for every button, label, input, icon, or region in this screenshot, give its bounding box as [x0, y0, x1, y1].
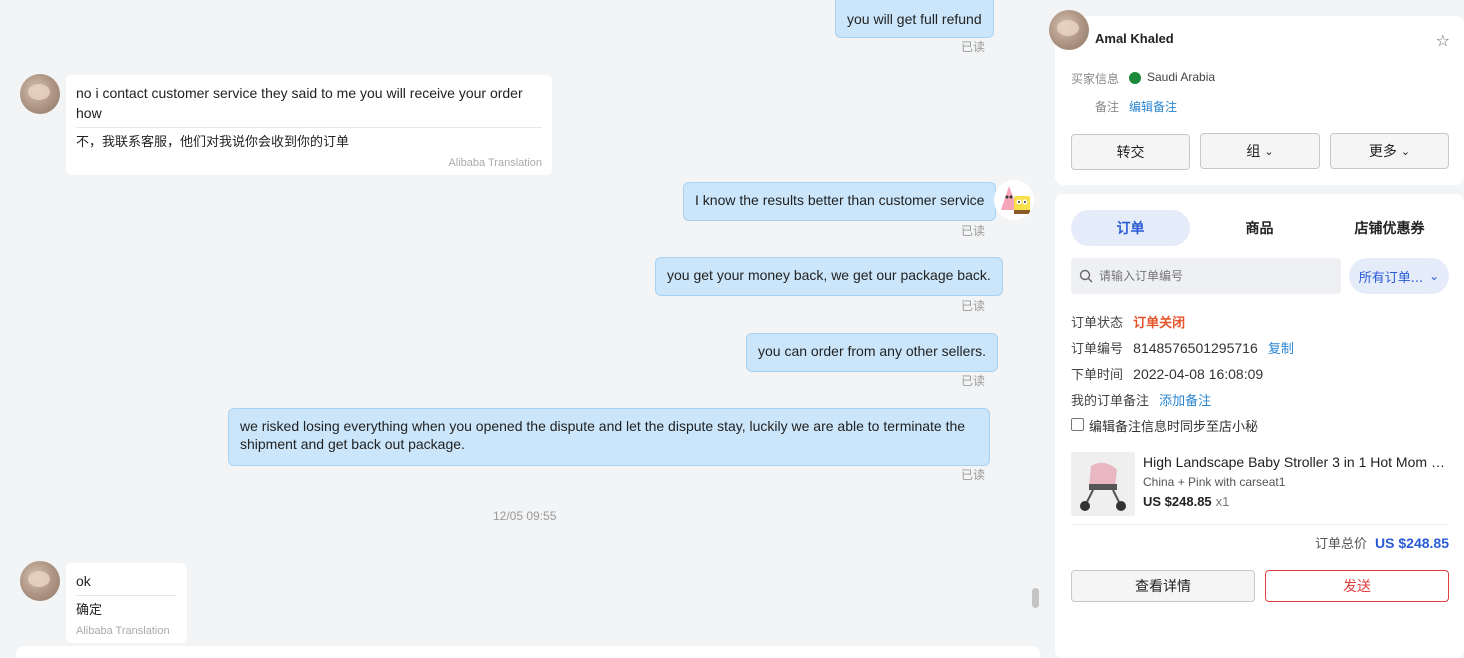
message-incoming: no i contact customer service they said … — [66, 75, 552, 175]
buyer-avatar[interactable] — [20, 74, 60, 114]
buyer-info-panel: Amal Khaled ☆ 买家信息 Saudi Arabia 备注 编辑备注 … — [1049, 10, 1464, 185]
message-outgoing: you can order from any other sellers. — [746, 333, 998, 372]
product-title[interactable]: High Landscape Baby Stroller 3 in 1 Hot … — [1143, 454, 1448, 470]
message-translation: 不，我联系客服，他们对我说你会收到你的订单 — [76, 135, 350, 150]
message-translation: 确定 — [76, 603, 103, 618]
sync-note-label: 编辑备注信息时同步至店小秘 — [1089, 420, 1259, 435]
message-input-area[interactable] — [16, 646, 1040, 658]
translation-tag: Alibaba Translation — [448, 157, 542, 169]
message-text: we risked losing everything when you ope… — [240, 418, 966, 452]
buyer-avatar[interactable] — [20, 561, 60, 601]
product-variant: China + Pink with carseat1 — [1143, 475, 1286, 489]
view-details-label: 查看详情 — [1135, 579, 1191, 595]
order-status-label: 订单状态 — [1071, 316, 1124, 331]
order-status-row: 订单状态 订单关闭 — [1071, 312, 1185, 331]
seller-avatar[interactable] — [994, 180, 1034, 220]
message-outgoing: you will get full refund — [835, 0, 994, 38]
chevron-down-icon: ⌄ — [1400, 144, 1411, 158]
message-outgoing: I know the results better than customer … — [683, 182, 997, 221]
chevron-down-icon: ⌄ — [1429, 269, 1440, 283]
message-text: I know the results better than customer … — [695, 192, 985, 208]
group-button[interactable]: 组 ⌄ — [1200, 133, 1320, 169]
order-search-input[interactable] — [1099, 269, 1329, 283]
order-time-row: 下单时间 2022-04-08 16:08:09 — [1071, 364, 1263, 383]
message-text: you get your money back, we get our pack… — [667, 267, 991, 283]
read-receipt: 已读 — [960, 40, 985, 54]
cartoon-avatar-icon — [994, 180, 1034, 220]
product-price-row: US $248.85 x1 — [1143, 494, 1229, 509]
message-text: ok — [76, 573, 91, 589]
read-receipt: 已读 — [960, 374, 985, 388]
order-number-row: 订单编号 8148576501295716 复制 — [1071, 338, 1294, 357]
more-button[interactable]: 更多 ⌄ — [1330, 133, 1449, 169]
tab-products[interactable]: 商品 — [1200, 210, 1319, 246]
divider — [1071, 524, 1449, 525]
order-note-row: 我的订单备注 添加备注 — [1071, 390, 1211, 409]
product-price: US $248.85 — [1143, 494, 1212, 509]
order-total-label: 订单总价 — [1315, 537, 1368, 552]
order-filter-value: 所有订单... — [1358, 270, 1424, 286]
sync-note-checkbox[interactable] — [1071, 418, 1084, 431]
add-note-link[interactable]: 添加备注 — [1159, 394, 1211, 409]
message-text: you will get full refund — [847, 11, 982, 27]
message-text: you can order from any other sellers. — [758, 343, 986, 359]
order-filter-dropdown[interactable]: 所有订单... ⌄ — [1349, 258, 1449, 294]
edit-note-link[interactable]: 编辑备注 — [1129, 98, 1177, 115]
order-total: 订单总价 US $248.85 — [1315, 533, 1449, 552]
translation-tag: Alibaba Translation — [76, 625, 170, 637]
chat-area: you will get full refund 已读 no i contact… — [0, 0, 1042, 658]
buyer-avatar[interactable] — [1049, 10, 1089, 50]
view-details-button[interactable]: 查看详情 — [1071, 570, 1255, 602]
order-total-value: US $248.85 — [1375, 535, 1449, 551]
buyer-info-label: 买家信息 — [1071, 72, 1120, 86]
divider — [76, 595, 177, 596]
order-number-label: 订单编号 — [1071, 342, 1124, 357]
send-label: 发送 — [1343, 579, 1371, 595]
star-icon[interactable]: ☆ — [1436, 31, 1450, 51]
more-label: 更多 — [1368, 144, 1397, 160]
transfer-button[interactable]: 转交 — [1071, 134, 1190, 170]
read-receipt: 已读 — [960, 224, 985, 238]
read-receipt: 已读 — [960, 299, 985, 313]
message-outgoing: you get your money back, we get our pack… — [655, 257, 1003, 296]
copy-link[interactable]: 复制 — [1268, 342, 1294, 357]
send-button[interactable]: 发送 — [1265, 570, 1449, 602]
message-timestamp: 12/05 09:55 — [493, 509, 557, 523]
note-label: 备注 — [1095, 100, 1120, 114]
divider — [76, 127, 542, 128]
order-time-value: 2022-04-08 16:08:09 — [1133, 366, 1264, 382]
message-incoming: ok 确定 Alibaba Translation — [66, 563, 187, 643]
product-quantity: x1 — [1215, 494, 1230, 509]
scrollbar-thumb[interactable] — [1032, 588, 1039, 608]
order-number-value: 8148576501295716 — [1133, 340, 1258, 356]
tab-orders[interactable]: 订单 — [1071, 210, 1190, 246]
message-outgoing: we risked losing everything when you ope… — [228, 408, 990, 466]
search-icon — [1079, 269, 1093, 283]
order-time-label: 下单时间 — [1071, 368, 1124, 383]
chevron-down-icon: ⌄ — [1264, 144, 1274, 158]
buyer-name: Amal Khaled — [1095, 31, 1174, 46]
message-text: no i contact customer service they said … — [76, 85, 523, 121]
group-label: 组 — [1246, 144, 1261, 160]
order-search — [1071, 258, 1341, 294]
tab-coupons[interactable]: 店铺优惠券 — [1330, 210, 1449, 246]
product-image[interactable] — [1071, 452, 1135, 516]
order-status-value: 订单关闭 — [1133, 316, 1186, 331]
order-note-label: 我的订单备注 — [1071, 394, 1150, 409]
stroller-image — [1071, 452, 1135, 516]
order-panel: 订单 商品 店铺优惠券 所有订单... ⌄ 订单状态 订单关闭 订单编号 814… — [1055, 194, 1464, 658]
read-receipt: 已读 — [960, 468, 985, 482]
buyer-country: Saudi Arabia — [1147, 70, 1216, 84]
transfer-label: 转交 — [1116, 145, 1145, 161]
saudi-flag-icon — [1129, 72, 1141, 84]
